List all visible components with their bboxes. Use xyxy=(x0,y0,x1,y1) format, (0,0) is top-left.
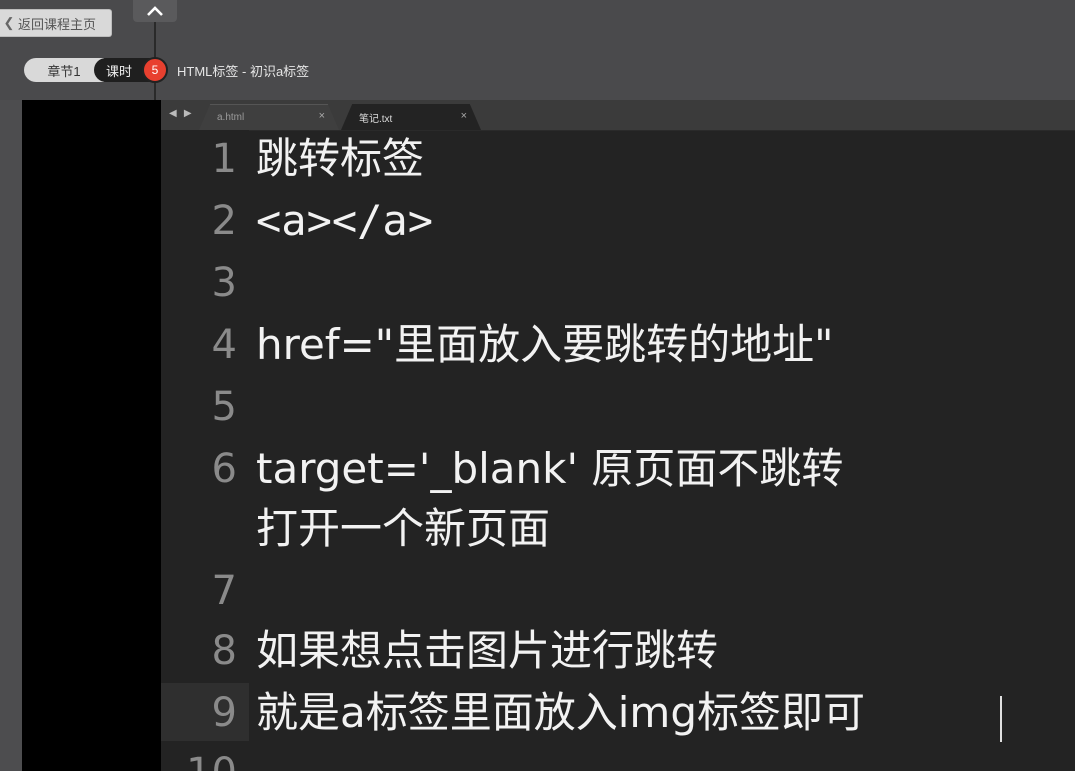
line-number: 10 xyxy=(161,748,237,771)
text-cursor xyxy=(1000,696,1002,742)
line-number: 4 xyxy=(211,322,237,368)
video-letterbox xyxy=(22,100,161,771)
line-number: 2 xyxy=(211,198,237,244)
code-line-wrapped: 打开一个新页面 xyxy=(256,504,551,553)
code-area[interactable]: 1 跳转标签 2 <a></a> 3 4 href="里面放入要跳转的地址" 5… xyxy=(161,130,1075,771)
line-number: 7 xyxy=(211,568,237,614)
code-line: 跳转标签 xyxy=(256,134,425,183)
chapter-pill[interactable]: 章节1 xyxy=(24,58,104,82)
code-line: target='_blank' 原页面不跳转 xyxy=(256,444,844,493)
line-number: 3 xyxy=(211,260,237,306)
code-line: <a></a> xyxy=(256,196,434,245)
line-number: 5 xyxy=(211,384,237,430)
lesson-number-badge: 5 xyxy=(142,57,168,83)
tab-label: a.html xyxy=(217,111,245,123)
close-icon[interactable]: × xyxy=(461,110,467,122)
lesson-title: HTML标签 - 初识a标签 xyxy=(177,64,310,79)
chevron-up-icon xyxy=(147,6,163,16)
code-line: 就是a标签里面放入img标签即可 xyxy=(256,688,865,737)
back-to-course-label: 返回课程主页 xyxy=(18,16,97,32)
line-number: 8 xyxy=(211,628,237,674)
tab-a-html[interactable]: a.html × xyxy=(199,104,339,130)
close-icon[interactable]: × xyxy=(319,110,325,122)
code-editor: ◀ ▶ a.html × 笔记.txt × 1 跳转标签 2 <a></a> 3… xyxy=(161,100,1075,771)
tab-scroll-arrows-icon[interactable]: ◀ ▶ xyxy=(169,108,194,119)
collapse-button[interactable] xyxy=(133,0,177,22)
tab-notes-txt[interactable]: 笔记.txt × xyxy=(341,104,481,130)
editor-tab-bar: ◀ ▶ a.html × 笔记.txt × xyxy=(161,100,1075,131)
line-number: 9 xyxy=(211,690,237,736)
tab-label: 笔记.txt xyxy=(359,113,393,125)
code-line: href="里面放入要跳转的地址" xyxy=(256,320,834,369)
line-number: 1 xyxy=(211,136,237,182)
code-line: 如果想点击图片进行跳转 xyxy=(256,626,719,675)
back-to-course-button[interactable]: ❮ 返回课程主页 xyxy=(0,9,112,37)
line-number: 6 xyxy=(211,446,237,492)
breadcrumb: 章节1 课时 xyxy=(24,58,160,82)
chevron-left-icon: ❮ xyxy=(3,15,15,30)
course-nav-bar: ❮ 返回课程主页 章节1 课时 5 HTML标签 - 初识a标签 xyxy=(0,0,1075,100)
